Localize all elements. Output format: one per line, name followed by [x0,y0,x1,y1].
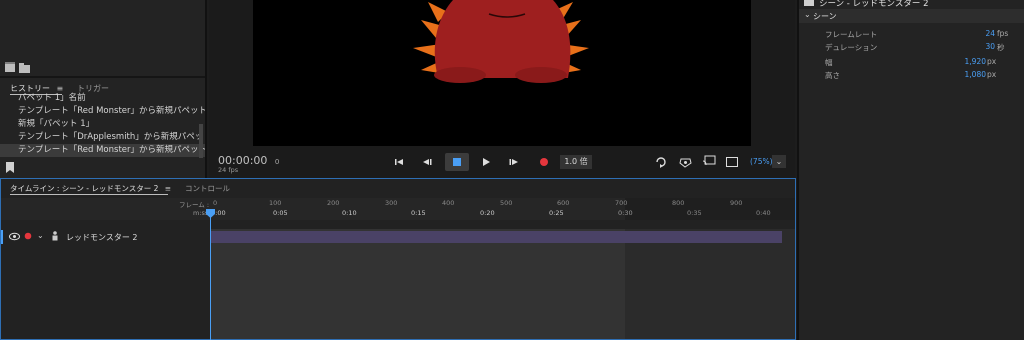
history-item-selected[interactable]: テンプレート「Red Monster」から新規パペット [0,144,205,157]
puppet-red-monster [413,0,589,83]
history-scrollbar[interactable] [199,124,203,158]
track-selection-marker [1,230,3,244]
step-back-icon[interactable] [421,156,433,168]
time-tick: 0:20 [480,209,495,217]
go-to-start-icon[interactable] [393,156,405,168]
chevron-down-icon: ⌄ [804,10,811,19]
track-name[interactable]: レッドモンスター 2 [66,232,137,243]
track-header-column [1,229,210,339]
tab-timeline[interactable]: タイムライン : シーン - レッドモンスター 2 ≡ [10,183,171,194]
zoom-level[interactable]: (75%) [750,157,773,166]
properties-panel: シーン - レッドモンスター 2 ⌄ シーン フレームレート 24 fps デュ… [797,0,1024,340]
stop-button[interactable] [445,153,469,171]
time-tick: 0:15 [411,209,426,217]
section-scene[interactable]: ⌄ シーン [799,9,1024,23]
time-tick: 0:30 [618,209,633,217]
puppet-icon [52,231,58,241]
record-arm-icon[interactable] [24,232,32,240]
chevron-down-icon: ⌄ [775,157,783,166]
prop-label: 幅 [825,58,833,67]
properties-header: シーン - レッドモンスター 2 [819,0,929,9]
frame-tick: 300 [385,199,398,207]
prop-value[interactable]: 30 [969,42,995,51]
frame-tick: 800 [672,199,685,207]
play-icon[interactable] [480,156,492,168]
new-scene-icon[interactable] [5,62,31,74]
frame-count: 0 [274,158,280,166]
prop-unit: px [987,70,997,79]
history-item[interactable]: テンプレート「DrApplesmith」から新規パペット [0,131,205,144]
prop-label: 高さ [825,71,840,80]
prop-label: デュレーション [825,43,878,52]
prop-unit: fps [997,29,1009,38]
project-panel [0,0,205,78]
frame-tick: 200 [327,199,340,207]
frame-ruler-label: フレーム : [179,201,210,209]
hamburger-icon[interactable]: ≡ [165,184,171,193]
history-list: パペット 1」名前 テンプレート「Red Monster」から新規パペット 新規… [0,93,205,157]
prop-value[interactable]: 1,080 [959,70,986,79]
prop-value[interactable]: 1,920 [959,57,986,66]
time-tick: 0:10 [342,209,357,217]
prop-unit: px [987,57,997,66]
history-item[interactable]: テンプレート「Red Monster」から新規パペット [0,105,205,118]
background-toggle-icon[interactable] [726,157,738,167]
puppet-track-bar[interactable] [210,231,782,243]
timeline-panel: タイムライン : シーン - レッドモンスター 2 ≡ コントロール フレーム … [0,178,796,340]
prop-unit: 秒 [997,43,1005,52]
time-tick: 0:35 [687,209,702,217]
tab-control[interactable]: コントロール [185,183,230,194]
history-item[interactable]: 新規「パペット 1」 [0,118,205,131]
frame-tick: 400 [442,199,455,207]
bookmark-icon[interactable] [6,162,14,173]
record-icon[interactable] [538,156,550,168]
chevron-down-icon[interactable]: ⌄ [37,231,44,240]
speed-button[interactable]: 1.0 倍 [560,155,592,169]
step-forward-icon[interactable] [508,156,520,168]
track-area-active[interactable] [210,229,625,339]
track-area-out-of-range [625,229,795,339]
frame-tick: 900 [730,199,743,207]
time-tick: 0:05 [273,209,288,217]
frame-tick: 600 [557,199,570,207]
fps-label: 24 fps [218,166,239,174]
playhead-line [210,216,211,340]
stage-canvas[interactable] [253,0,751,146]
stop-icon [453,158,461,166]
scene-icon [804,0,814,6]
frame-tick: 700 [615,199,628,207]
loop-icon[interactable] [655,156,667,168]
active-tab-underline [10,194,168,195]
section-title: シーン [813,12,837,21]
eye-icon[interactable] [9,232,20,241]
time-tick: 0:40 [756,209,771,217]
frame-tick: 500 [500,199,513,207]
playhead-handle[interactable] [206,209,215,218]
time-tick: 0:25 [549,209,564,217]
frame-tick: 100 [269,199,282,207]
zoom-dropdown[interactable]: ⌄ [772,155,786,168]
cast-icon[interactable] [702,155,716,167]
prop-value[interactable]: 24 [969,29,995,38]
camera-mode-icon[interactable] [679,156,692,168]
tab-timeline-label: タイムライン : シーン - レッドモンスター 2 [10,184,159,193]
prop-label: フレームレート [825,30,878,39]
history-item[interactable]: パペット 1」名前 [0,92,205,105]
frame-tick: 0 [213,199,218,207]
time-ruler[interactable]: フレーム : m:ss 0 100 200 300 400 500 600 70… [1,198,795,220]
left-panel: ヒストリー ≡ トリガー パペット 1」名前 テンプレート「Red Monste… [0,0,207,178]
